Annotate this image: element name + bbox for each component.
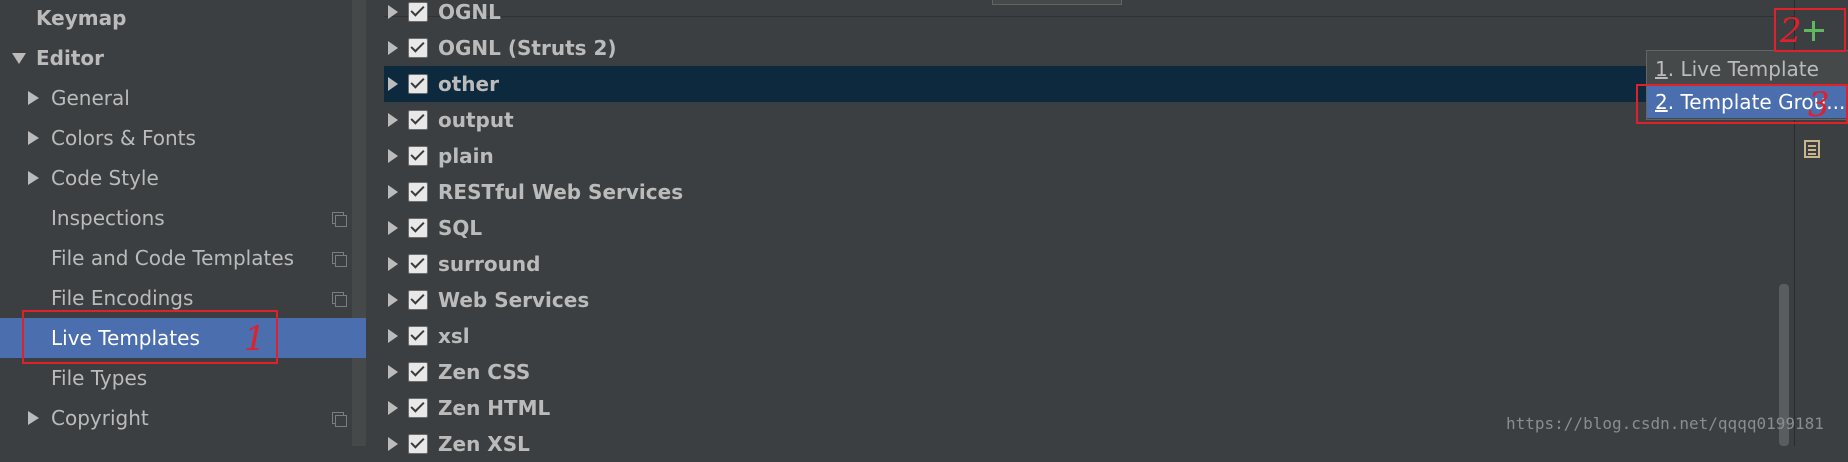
collapse-arrow-icon[interactable] xyxy=(28,91,39,105)
menu-item-label: . Live Template xyxy=(1667,57,1819,81)
group-label: RESTful Web Services xyxy=(438,180,684,204)
menu-item-live-template[interactable]: 1. Live Template xyxy=(1647,53,1848,85)
collapse-arrow-icon[interactable] xyxy=(28,411,39,425)
sidebar-item-editor[interactable]: Editor xyxy=(0,38,366,78)
template-group-row-selected[interactable]: other xyxy=(384,66,1794,102)
group-label: OGNL xyxy=(438,0,501,24)
sidebar-item-label: Colors & Fonts xyxy=(51,126,196,150)
group-checkbox[interactable] xyxy=(408,254,428,274)
sidebar-item-label: Inspections xyxy=(51,206,165,230)
project-copy-icon xyxy=(332,412,347,427)
group-label: Zen XSL xyxy=(438,432,530,456)
project-copy-icon xyxy=(332,292,347,307)
expand-arrow-icon[interactable] xyxy=(388,401,398,415)
group-checkbox[interactable] xyxy=(408,290,428,310)
group-label: OGNL (Struts 2) xyxy=(438,36,617,60)
sidebar-item-label: Keymap xyxy=(36,6,127,30)
sidebar-item-copyright[interactable]: Copyright xyxy=(0,398,366,438)
sidebar-item-label: File Types xyxy=(51,366,148,390)
sidebar-item-code-style[interactable]: Code Style xyxy=(0,158,366,198)
group-label: output xyxy=(438,108,514,132)
template-group-row[interactable]: OGNL (Struts 2) xyxy=(384,30,1794,66)
template-group-row[interactable]: plain xyxy=(384,138,1794,174)
document-icon-line xyxy=(1808,153,1816,155)
annotation-number-2: 2 xyxy=(1780,11,1802,51)
collapse-arrow-icon[interactable] xyxy=(28,131,39,145)
template-group-row[interactable]: Zen CSS xyxy=(384,354,1794,390)
template-group-row[interactable]: SQL xyxy=(384,210,1794,246)
group-label: plain xyxy=(438,144,494,168)
expand-arrow-icon[interactable] xyxy=(388,293,398,307)
expand-arrow-icon[interactable] xyxy=(388,149,398,163)
group-checkbox[interactable] xyxy=(408,398,428,418)
group-checkbox[interactable] xyxy=(408,218,428,238)
group-label: Zen CSS xyxy=(438,360,531,384)
sidebar-item-keymap[interactable]: Keymap xyxy=(0,0,366,38)
expand-arrow-icon[interactable] xyxy=(388,365,398,379)
group-label: surround xyxy=(438,252,541,276)
expand-arrow-icon[interactable] xyxy=(388,185,398,199)
group-checkbox[interactable] xyxy=(408,362,428,382)
template-group-row[interactable]: RESTful Web Services xyxy=(384,174,1794,210)
expand-arrow-icon[interactable] xyxy=(388,257,398,271)
document-icon-line xyxy=(1808,149,1816,151)
collapse-arrow-icon[interactable] xyxy=(28,171,39,185)
template-group-row[interactable]: surround xyxy=(384,246,1794,282)
sidebar-item-file-code-templates[interactable]: File and Code Templates xyxy=(0,238,366,278)
document-icon-line xyxy=(1808,145,1816,147)
template-group-row[interactable]: xsl xyxy=(384,318,1794,354)
annotation-box-live-templates xyxy=(22,310,278,364)
group-checkbox[interactable] xyxy=(408,110,428,130)
group-checkbox[interactable] xyxy=(408,146,428,166)
sidebar-item-colors-fonts[interactable]: Colors & Fonts xyxy=(0,118,366,158)
expand-arrow-icon[interactable] xyxy=(12,53,26,64)
group-checkbox[interactable] xyxy=(408,38,428,58)
sidebar-item-general[interactable]: General xyxy=(0,78,366,118)
group-checkbox[interactable] xyxy=(408,74,428,94)
document-icon[interactable] xyxy=(1804,140,1820,158)
expand-arrow-icon[interactable] xyxy=(388,221,398,235)
expand-arrow-icon[interactable] xyxy=(388,77,398,91)
expand-arrow-icon[interactable] xyxy=(388,41,398,55)
expand-arrow-icon[interactable] xyxy=(388,5,398,19)
menu-item-mnemonic: 1 xyxy=(1655,57,1668,81)
watermark-text: https://blog.csdn.net/qqqq0199181 xyxy=(1506,414,1824,433)
sidebar-item-label: File and Code Templates xyxy=(51,246,295,270)
group-checkbox[interactable] xyxy=(408,326,428,346)
sidebar-item-label: Code Style xyxy=(51,166,159,190)
group-checkbox[interactable] xyxy=(408,2,428,22)
group-label: xsl xyxy=(438,324,470,348)
sidebar-item-file-types[interactable]: File Types xyxy=(0,358,366,398)
project-copy-icon xyxy=(332,252,347,267)
expand-arrow-icon[interactable] xyxy=(388,437,398,451)
group-checkbox[interactable] xyxy=(408,182,428,202)
sidebar-item-inspections[interactable]: Inspections xyxy=(0,198,366,238)
sidebar-item-label: General xyxy=(51,86,130,110)
expand-arrow-icon[interactable] xyxy=(388,329,398,343)
template-group-row[interactable]: output xyxy=(384,102,1794,138)
template-group-row[interactable]: Web Services xyxy=(384,282,1794,318)
template-group-row[interactable]: OGNL xyxy=(384,0,1794,30)
group-label: Web Services xyxy=(438,288,590,312)
expand-arrow-icon[interactable] xyxy=(388,113,398,127)
project-copy-icon xyxy=(332,212,347,227)
sidebar-item-label: Editor xyxy=(36,46,104,70)
group-label: other xyxy=(438,72,499,96)
sidebar-item-label: Copyright xyxy=(51,406,149,430)
group-checkbox[interactable] xyxy=(408,434,428,454)
annotation-number-1: 1 xyxy=(244,319,266,359)
group-label: SQL xyxy=(438,216,483,240)
group-label: Zen HTML xyxy=(438,396,551,420)
annotation-number-3: 3 xyxy=(1808,85,1830,125)
